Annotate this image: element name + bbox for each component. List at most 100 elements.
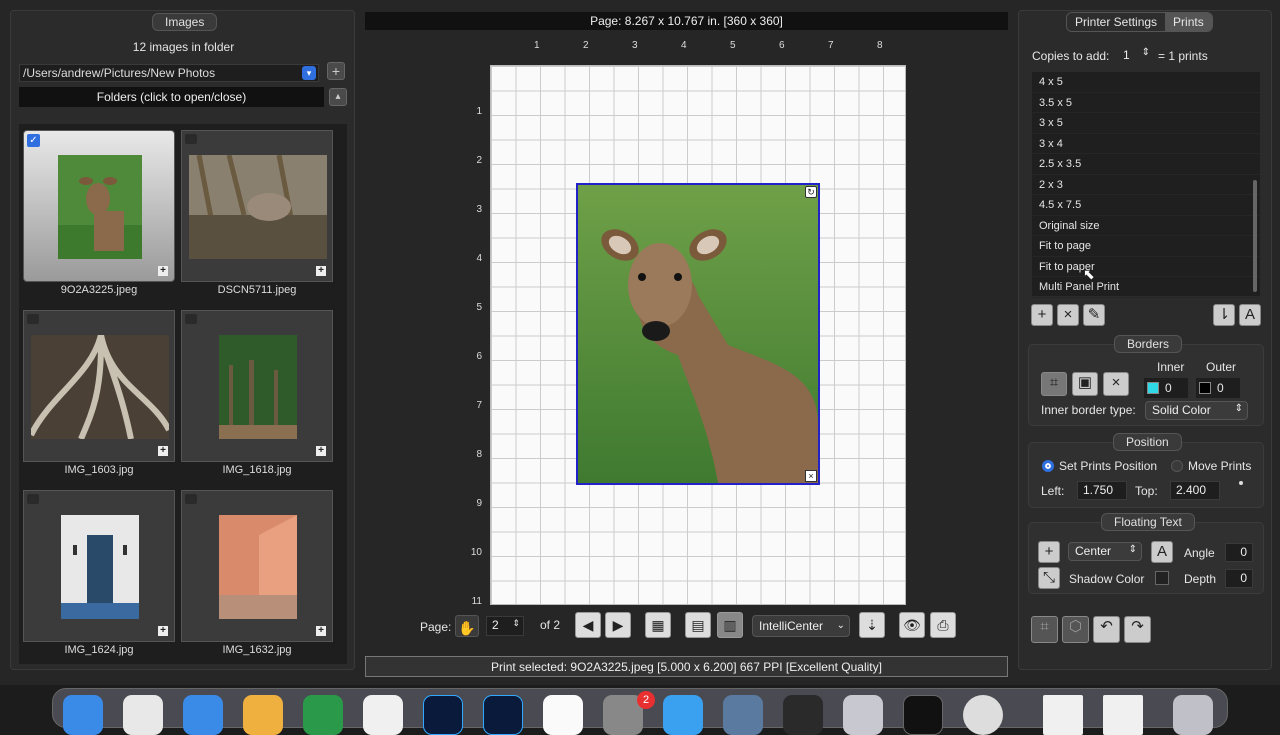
add-folder-button[interactable]: + (327, 62, 345, 80)
thumbnail-6[interactable]: + (181, 490, 333, 642)
text-align-select[interactable]: Center ⇕ (1068, 542, 1142, 561)
checkbox-icon[interactable] (185, 494, 197, 504)
clapper-icon[interactable] (783, 695, 823, 735)
print-size-item[interactable]: 4 x 5 (1032, 72, 1260, 93)
add-to-page-icon[interactable]: + (316, 446, 326, 456)
thumbnail-1[interactable]: ✓ + (23, 130, 175, 282)
crop-icon[interactable]: ⌗ (1031, 616, 1058, 643)
add-to-page-icon[interactable]: + (158, 446, 168, 456)
document-icon[interactable] (1043, 695, 1083, 735)
pages-icon[interactable] (243, 695, 283, 735)
add-to-page-icon[interactable]: + (316, 266, 326, 276)
print-size-item[interactable]: 4.5 x 7.5 (1032, 195, 1260, 216)
thumbnail-5[interactable]: + (23, 490, 175, 642)
print-size-item[interactable]: 3 x 5 (1032, 113, 1260, 134)
print-size-item[interactable]: 3.5 x 5 (1032, 93, 1260, 113)
scrollbar[interactable] (1253, 180, 1257, 292)
outer-color-swatch[interactable] (1199, 382, 1211, 394)
add-size-button[interactable]: + (1031, 304, 1053, 326)
next-page-button[interactable]: ▶ (605, 612, 631, 638)
photos-icon[interactable] (543, 695, 583, 735)
lightroom-icon[interactable] (483, 695, 523, 735)
add-to-page-icon[interactable]: + (316, 626, 326, 636)
stepper-icon[interactable]: ⇕ (512, 618, 520, 629)
thumbnail-2[interactable]: + (181, 130, 333, 282)
no-border-icon[interactable]: ⌗ (1041, 372, 1067, 396)
redo-icon[interactable]: ↷ (1124, 616, 1151, 643)
border-frame-icon[interactable]: ▣ (1072, 372, 1098, 396)
close-icon[interactable]: × (805, 470, 817, 482)
print-icon[interactable]: ⎙ (930, 612, 956, 638)
collapse-folders-button[interactable]: ▴ (329, 88, 347, 106)
add-to-page-icon[interactable]: + (158, 266, 168, 276)
remove-border-icon[interactable]: × (1103, 372, 1129, 396)
app-icon[interactable] (723, 695, 763, 735)
document-icon[interactable]: ▤ (685, 612, 711, 638)
photoshop-icon[interactable] (423, 695, 463, 735)
print-size-item[interactable]: Original size (1032, 216, 1260, 236)
folder-path-select[interactable]: /Users/andrew/Pictures/New Photos ▾ (19, 64, 319, 82)
preview-eye-icon[interactable]: 👁 (899, 612, 925, 638)
app-icon[interactable] (963, 695, 1003, 735)
chevron-down-icon[interactable]: ▾ (302, 66, 316, 80)
numbers-icon[interactable] (303, 695, 343, 735)
finder-icon[interactable] (63, 695, 103, 735)
trash-icon[interactable] (1173, 695, 1213, 735)
stepper-icon[interactable]: ⇕ (1142, 47, 1150, 58)
chrome-icon[interactable] (123, 695, 163, 735)
xcode-icon[interactable] (663, 695, 703, 735)
page-stepper[interactable]: 2 ⇕ (486, 616, 524, 636)
outer-border-field[interactable]: 0 (1196, 378, 1240, 398)
rotate-icon[interactable]: ↻ (805, 186, 817, 198)
shadow-color-swatch[interactable] (1155, 571, 1169, 585)
textedit-icon[interactable] (363, 695, 403, 735)
print-size-item[interactable]: 2.5 x 3.5 (1032, 154, 1260, 175)
add-text-button[interactable]: + (1038, 541, 1060, 563)
mask-icon[interactable]: ⬡ (1062, 616, 1089, 643)
sort-list-button[interactable]: ⇂ (1213, 304, 1235, 326)
print-size-item[interactable]: Fit to page (1032, 236, 1260, 257)
thumbnail-3[interactable]: + (23, 310, 175, 462)
preview-icon[interactable] (843, 695, 883, 735)
move-prints-radio[interactable] (1171, 460, 1183, 472)
top-input[interactable]: 2.400 (1170, 481, 1220, 500)
inner-border-field[interactable]: 0 (1144, 378, 1188, 398)
mail-icon[interactable] (183, 695, 223, 735)
layout-icon[interactable]: ▥ (717, 612, 743, 638)
set-position-radio[interactable] (1042, 460, 1054, 472)
ruler-toggle-icon[interactable]: ▦ (645, 612, 671, 638)
depth-input[interactable]: 0 (1225, 569, 1253, 588)
hand-icon[interactable]: ✋ (455, 615, 479, 637)
document-icon[interactable] (1103, 695, 1143, 735)
inner-color-swatch[interactable] (1147, 382, 1159, 394)
print-size-item[interactable]: 3 x 4 (1032, 134, 1260, 154)
angle-input[interactable]: 0 (1225, 543, 1253, 562)
checkbox-icon[interactable] (27, 494, 39, 504)
previous-page-button[interactable]: ◀ (575, 612, 601, 638)
edit-size-button[interactable]: ✎ (1083, 304, 1105, 326)
terminal-icon[interactable] (903, 695, 943, 735)
sort-down-icon[interactable]: ⇣ (859, 612, 885, 638)
font-icon[interactable]: A (1151, 541, 1173, 563)
checkbox-icon[interactable] (185, 314, 197, 324)
checkbox-icon[interactable] (27, 314, 39, 324)
print-size-item[interactable]: Fit to paper (1032, 257, 1260, 277)
placed-print[interactable]: ↻ × (576, 183, 820, 485)
tab-prints[interactable]: Prints (1165, 13, 1212, 31)
delete-size-button[interactable]: × (1057, 304, 1079, 326)
sort-alpha-button[interactable]: A (1239, 304, 1261, 326)
copies-stepper[interactable]: 1 ⇕ (1118, 47, 1152, 65)
shadow-icon[interactable]: ⤡ (1038, 567, 1060, 589)
add-to-page-icon[interactable]: + (158, 626, 168, 636)
thumbnail-4[interactable]: + (181, 310, 333, 462)
undo-icon[interactable]: ↶ (1093, 616, 1120, 643)
intellicenter-select[interactable]: IntelliCenter ⌄ (752, 615, 850, 637)
print-size-list[interactable]: 4 x 5 3.5 x 53 x 53 x 4 2.5 x 3.5 2 x 3 4.5 … (1032, 72, 1260, 298)
left-input[interactable]: 1.750 (1077, 481, 1127, 500)
print-size-item[interactable]: 2 x 3 (1032, 175, 1260, 195)
checkbox-icon[interactable] (185, 134, 197, 144)
folders-toggle[interactable]: Folders (click to open/close) (19, 87, 324, 107)
print-size-item[interactable]: Multi Panel Print (1032, 277, 1260, 298)
tab-printer-settings[interactable]: Printer Settings (1067, 13, 1166, 31)
check-icon[interactable]: ✓ (27, 134, 40, 147)
